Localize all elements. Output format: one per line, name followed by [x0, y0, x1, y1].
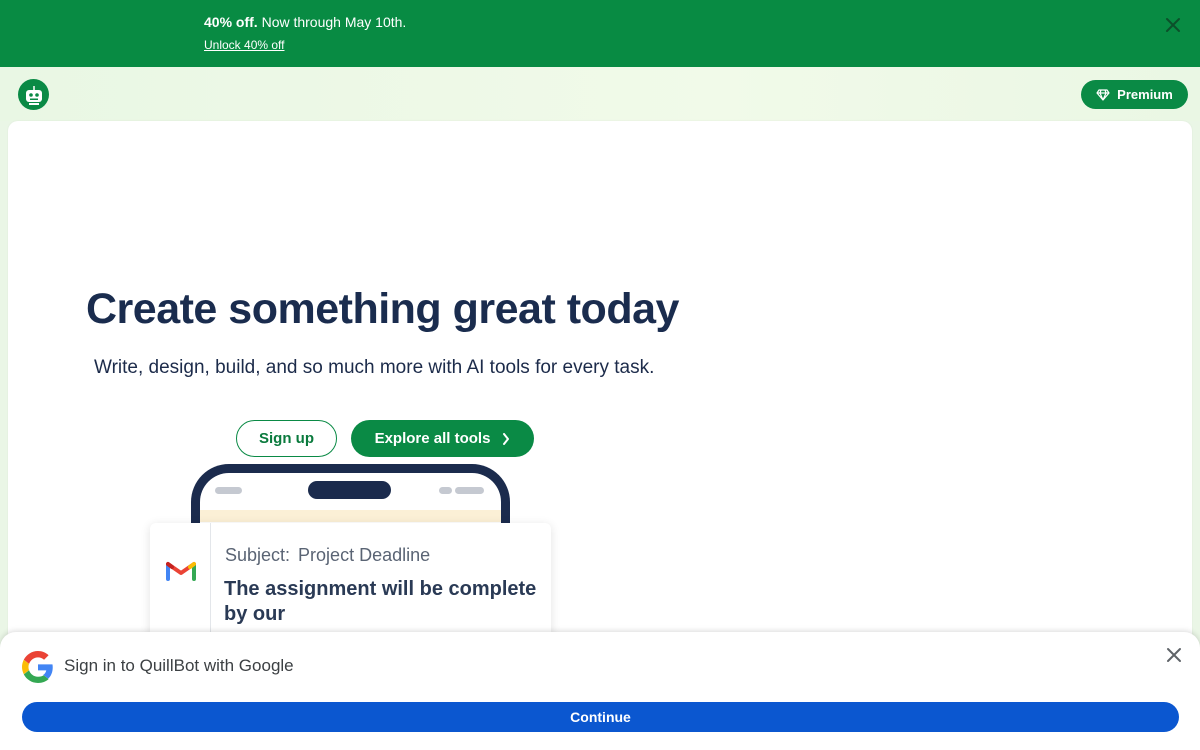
- continue-button[interactable]: Continue: [22, 702, 1179, 732]
- premium-button[interactable]: Premium: [1081, 80, 1188, 109]
- email-body: The assignment will be complete by our: [224, 578, 537, 625]
- google-signin-prompt: Sign in to QuillBot with Google Continue: [0, 632, 1200, 750]
- promo-discount: 40% off.: [204, 14, 258, 30]
- explore-label: Explore all tools: [374, 430, 491, 447]
- email-divider: [210, 523, 211, 643]
- google-signin-title: Sign in to QuillBot with Google: [64, 656, 294, 675]
- phone-status-dot: [439, 487, 452, 494]
- google-icon: [22, 651, 54, 683]
- hero-title: Create something great today: [86, 285, 679, 333]
- gmail-icon: [166, 559, 196, 586]
- email-subject: Subject: Project Deadline: [225, 545, 430, 566]
- phone-status-bar-right: [455, 487, 484, 494]
- promo-date: Now through May 10th.: [257, 14, 407, 30]
- hero-subtitle: Write, design, build, and so much more w…: [94, 357, 655, 378]
- close-icon[interactable]: [1164, 16, 1182, 34]
- phone-highlight-strip: [200, 510, 501, 522]
- email-preview-card: Subject: Project Deadline The assignment …: [150, 523, 551, 643]
- sign-up-button[interactable]: Sign up: [236, 420, 337, 457]
- phone-notch: [308, 481, 391, 499]
- close-icon[interactable]: [1166, 647, 1182, 663]
- email-subject-label: Subject:: [225, 545, 291, 565]
- premium-label: Premium: [1117, 87, 1173, 102]
- diamond-icon: [1096, 88, 1110, 101]
- promo-text: 40% off. Now through May 10th.: [204, 14, 406, 30]
- phone-status-bar-left: [215, 487, 242, 494]
- chevron-right-icon: [503, 432, 510, 445]
- unlock-discount-link[interactable]: Unlock 40% off: [204, 38, 285, 52]
- explore-all-tools-button[interactable]: Explore all tools: [351, 420, 534, 457]
- promo-banner: 40% off. Now through May 10th. Unlock 40…: [0, 0, 1200, 67]
- email-subject-value: Project Deadline: [298, 545, 431, 565]
- quillbot-logo-icon[interactable]: [18, 79, 49, 110]
- site-header: Premium: [0, 67, 1200, 121]
